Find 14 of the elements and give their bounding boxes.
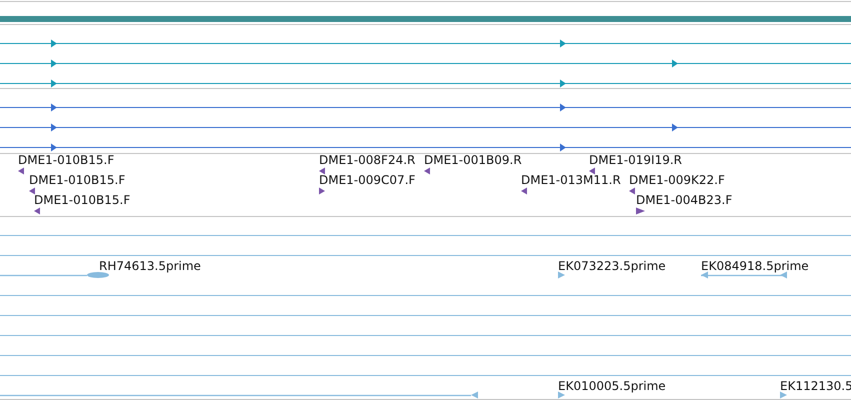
feature-label: EK084918.5prime [701,259,809,273]
feature-label: EK010005.5prime [558,379,666,393]
feature-label: DME1-010B15.F [34,193,130,207]
feature-label: DME1-013M11.R [521,173,621,187]
feature-label: DME1-009K22.F [629,173,725,187]
feature-label: DME1-019I19.R [589,153,682,167]
feature-label: DME1-010B15.F [29,173,126,187]
feature-label: DME1-004B23.F [636,193,732,207]
feature-label: DME1-008F24.R [319,153,416,167]
feature-label: DME1-010B15.F [18,153,114,167]
feature-label: RH74613.5prime [99,259,201,273]
feature-label: EK073223.5prime [558,259,666,273]
feature-label: DME1-001B09.R [424,153,522,167]
feature-label: DME1-009C07.F [319,173,416,187]
